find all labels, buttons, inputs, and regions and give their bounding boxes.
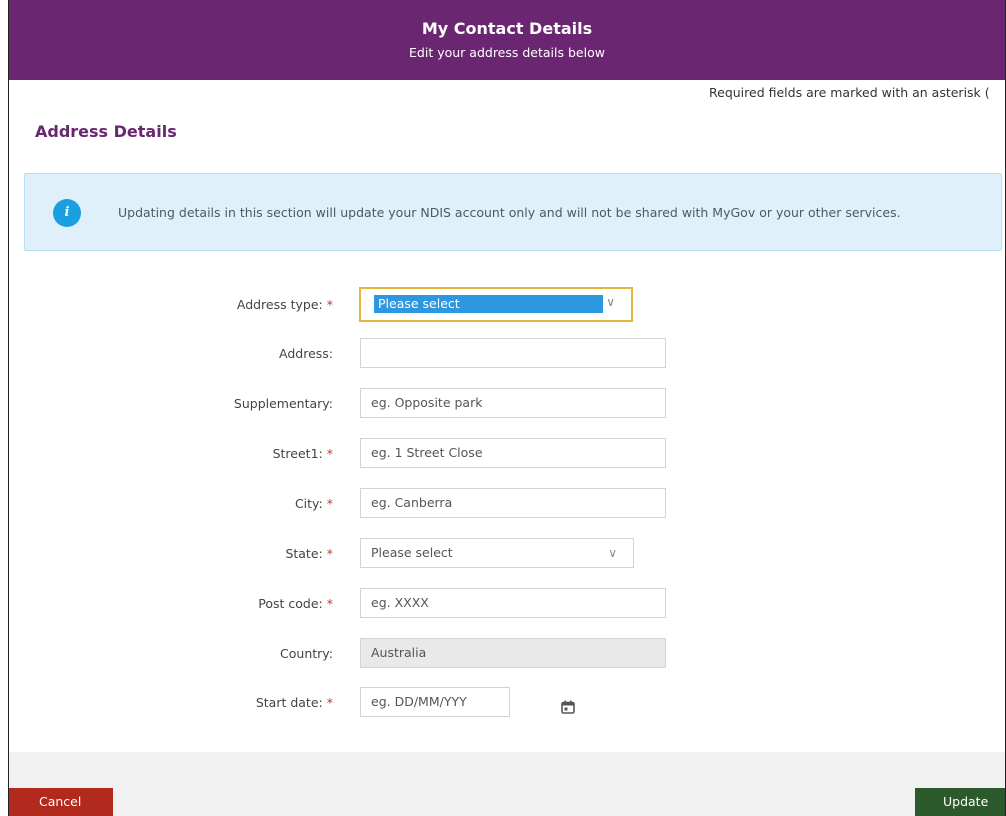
required-asterisk: * bbox=[326, 297, 333, 312]
supplementary-label: Supplementary: bbox=[233, 396, 333, 411]
country-field: Australia bbox=[360, 638, 666, 668]
address-type-label: Address type: * bbox=[236, 297, 333, 312]
form-footer bbox=[9, 752, 1005, 816]
info-banner: i Updating details in this section will … bbox=[24, 173, 1002, 251]
chevron-down-icon: ∨ bbox=[606, 295, 615, 309]
state-label: State: * bbox=[285, 546, 333, 561]
supplementary-input[interactable]: eg. Opposite park bbox=[360, 388, 666, 418]
state-selected-value: Please select bbox=[371, 545, 453, 560]
section-title: Address Details bbox=[35, 122, 177, 141]
post-code-input[interactable]: eg. XXXX bbox=[360, 588, 666, 618]
post-code-label: Post code: * bbox=[258, 596, 333, 611]
update-button[interactable]: Update bbox=[915, 788, 1005, 816]
page-header: My Contact Details Edit your address det… bbox=[9, 0, 1005, 80]
required-asterisk: * bbox=[326, 695, 333, 710]
address-input[interactable] bbox=[360, 338, 666, 368]
city-input[interactable]: eg. Canberra bbox=[360, 488, 666, 518]
required-asterisk: * bbox=[326, 496, 333, 511]
street1-label: Street1: * bbox=[272, 446, 333, 461]
contact-details-form-frame: My Contact Details Edit your address det… bbox=[8, 0, 1006, 816]
required-asterisk: * bbox=[326, 446, 333, 461]
required-asterisk: * bbox=[326, 546, 333, 561]
page-subtitle: Edit your address details below bbox=[409, 45, 605, 60]
calendar-icon[interactable] bbox=[561, 700, 575, 714]
address-type-selected-value: Please select bbox=[374, 295, 603, 313]
chevron-down-icon: ∨ bbox=[608, 546, 617, 560]
cancel-button[interactable]: Cancel bbox=[9, 788, 113, 816]
page-title: My Contact Details bbox=[421, 19, 593, 38]
required-asterisk: * bbox=[326, 596, 333, 611]
required-fields-note: Required fields are marked with an aster… bbox=[709, 85, 990, 100]
address-label: Address: bbox=[279, 346, 333, 361]
info-text: Updating details in this section will up… bbox=[118, 205, 901, 220]
country-label: Country: bbox=[280, 646, 333, 661]
street1-input[interactable]: eg. 1 Street Close bbox=[360, 438, 666, 468]
info-icon: i bbox=[53, 199, 81, 227]
state-select[interactable]: Please select ∨ bbox=[360, 538, 634, 568]
start-date-label: Start date: * bbox=[255, 695, 333, 710]
city-label: City: * bbox=[294, 496, 333, 511]
address-type-select[interactable]: Please select ∨ bbox=[359, 287, 633, 322]
start-date-input[interactable]: eg. DD/MM/YYY bbox=[360, 687, 510, 717]
